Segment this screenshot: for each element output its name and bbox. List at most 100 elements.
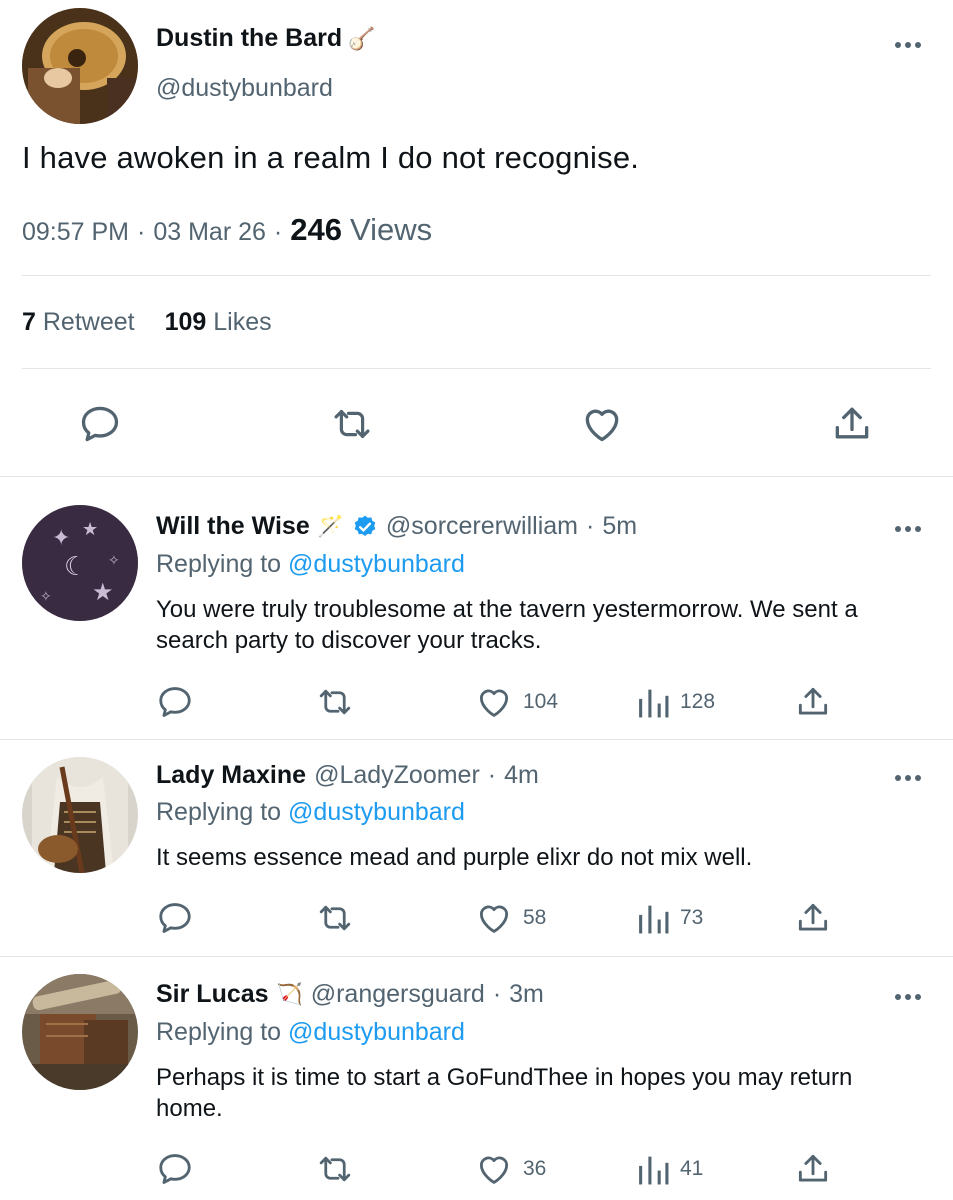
- reply-icon: [159, 1154, 191, 1184]
- wand-emoji: 🪄: [317, 514, 344, 538]
- reply-author-handle[interactable]: @LadyZoomer: [314, 761, 480, 790]
- more-options-icon[interactable]: [895, 994, 921, 1000]
- verified-badge-icon: [354, 515, 376, 536]
- svg-text:☾: ☾: [64, 552, 87, 582]
- divider: [0, 476, 953, 477]
- reply-button[interactable]: [156, 899, 194, 937]
- like-count: 36: [523, 1157, 547, 1180]
- heart-icon: [585, 409, 619, 442]
- reply-text: You were truly troublesome at the tavern…: [156, 596, 858, 654]
- retweet-count: 7: [22, 308, 36, 336]
- tweet-date[interactable]: 03 Mar 26: [153, 218, 266, 247]
- author-name[interactable]: Dustin the Bard 🪕: [156, 24, 376, 53]
- share-icon: [798, 1154, 828, 1182]
- svg-text:★: ★: [82, 519, 98, 540]
- likes-stat[interactable]: 109 Likes: [165, 308, 272, 337]
- like-button[interactable]: 104: [475, 683, 558, 721]
- reply-button[interactable]: [156, 683, 194, 721]
- reply-author-name[interactable]: Will the Wise: [156, 512, 310, 541]
- meta-separator: ·: [585, 512, 595, 540]
- bow-emoji: 🏹: [276, 982, 303, 1006]
- avatar-image: [22, 757, 138, 873]
- more-options-icon[interactable]: [895, 526, 921, 532]
- avatar[interactable]: [22, 8, 138, 124]
- like-count: 104: [523, 690, 559, 713]
- share-icon: [798, 903, 828, 931]
- views-count: 41: [680, 1157, 704, 1180]
- replying-to: Replying to @dustybunbard: [156, 1018, 465, 1047]
- heart-icon: [479, 905, 509, 933]
- replying-to-label: Replying to: [156, 550, 282, 578]
- reply-button[interactable]: [78, 402, 122, 446]
- views-label: Views: [349, 212, 433, 247]
- reply-time[interactable]: 5m: [602, 512, 637, 541]
- like-button[interactable]: 58: [475, 899, 546, 937]
- divider: [22, 368, 931, 369]
- views-button[interactable]: 41: [636, 1150, 703, 1188]
- views-button[interactable]: 73: [636, 899, 703, 937]
- replying-to-label: Replying to: [156, 798, 282, 826]
- retweet-icon: [319, 1156, 351, 1182]
- replying-to-handle[interactable]: @dustybunbard: [288, 550, 465, 578]
- retweet-button[interactable]: [315, 1150, 355, 1188]
- retweet-icon: [319, 689, 351, 715]
- views-button[interactable]: 128: [636, 683, 715, 721]
- reply-button[interactable]: [156, 1150, 194, 1188]
- banjo-emoji: 🪕: [348, 25, 376, 51]
- avatar-image: [22, 8, 138, 124]
- tweet-time[interactable]: 09:57 PM: [22, 218, 129, 247]
- reply-header: Will the Wise 🪄 @sorcererwilliam · 5m: [156, 512, 637, 541]
- share-icon: [835, 407, 869, 439]
- replying-to-handle[interactable]: @dustybunbard: [288, 1018, 465, 1046]
- analytics-icon: [639, 905, 669, 934]
- share-button[interactable]: [794, 683, 832, 721]
- like-button[interactable]: 36: [475, 1150, 546, 1188]
- retweet-button[interactable]: [315, 683, 355, 721]
- reply-icon: [159, 687, 191, 717]
- like-button[interactable]: [580, 402, 624, 446]
- views-count: 73: [680, 906, 704, 929]
- retweet-button[interactable]: [329, 402, 375, 446]
- retweet-icon: [334, 410, 370, 438]
- share-button[interactable]: [794, 1150, 832, 1188]
- reply-icon: [159, 903, 191, 933]
- heart-icon: [479, 689, 509, 717]
- reply-author-handle[interactable]: @rangersguard: [311, 980, 485, 1009]
- share-icon: [798, 687, 828, 715]
- meta-separator: ·: [487, 761, 497, 789]
- retweet-stat[interactable]: 7 Retweet: [22, 308, 135, 337]
- reply-author-name[interactable]: Lady Maxine: [156, 761, 306, 790]
- retweet-label: Retweet: [42, 308, 135, 336]
- views-count: 128: [680, 690, 716, 713]
- avatar-image: [22, 974, 138, 1090]
- avatar[interactable]: [22, 757, 138, 873]
- divider: [22, 275, 931, 276]
- author-name-text[interactable]: Dustin the Bard: [156, 24, 342, 53]
- like-count: 58: [523, 906, 547, 929]
- reply-author-handle[interactable]: @sorcererwilliam: [386, 512, 578, 541]
- replying-to-handle[interactable]: @dustybunbard: [288, 798, 465, 826]
- more-options-icon[interactable]: [895, 775, 921, 781]
- share-button[interactable]: [794, 899, 832, 937]
- analytics-icon: [639, 689, 669, 718]
- reply-header: Lady Maxine @LadyZoomer · 4m: [156, 761, 539, 790]
- divider: [0, 956, 953, 957]
- reply-time[interactable]: 4m: [504, 761, 539, 790]
- avatar-image: ✦ ★ ☾ ★ ✧ ✧: [22, 505, 138, 621]
- svg-text:✦: ✦: [52, 526, 70, 551]
- meta-separator: ·: [492, 980, 502, 1008]
- avatar[interactable]: ✦ ★ ☾ ★ ✧ ✧: [22, 505, 138, 621]
- reply-icon: [81, 406, 119, 442]
- meta-separator: ·: [137, 218, 146, 246]
- retweet-button[interactable]: [315, 899, 355, 937]
- svg-text:★: ★: [92, 578, 114, 606]
- meta-separator: ·: [273, 218, 283, 246]
- more-options-icon[interactable]: [895, 42, 921, 48]
- share-button[interactable]: [830, 402, 874, 446]
- reply-time[interactable]: 3m: [509, 980, 544, 1009]
- avatar[interactable]: [22, 974, 138, 1090]
- heart-icon: [479, 1156, 509, 1184]
- author-handle[interactable]: @dustybunbard: [156, 74, 333, 103]
- reply-author-name[interactable]: Sir Lucas: [156, 980, 269, 1009]
- reply-text: It seems essence mead and purple elixr d…: [156, 844, 753, 871]
